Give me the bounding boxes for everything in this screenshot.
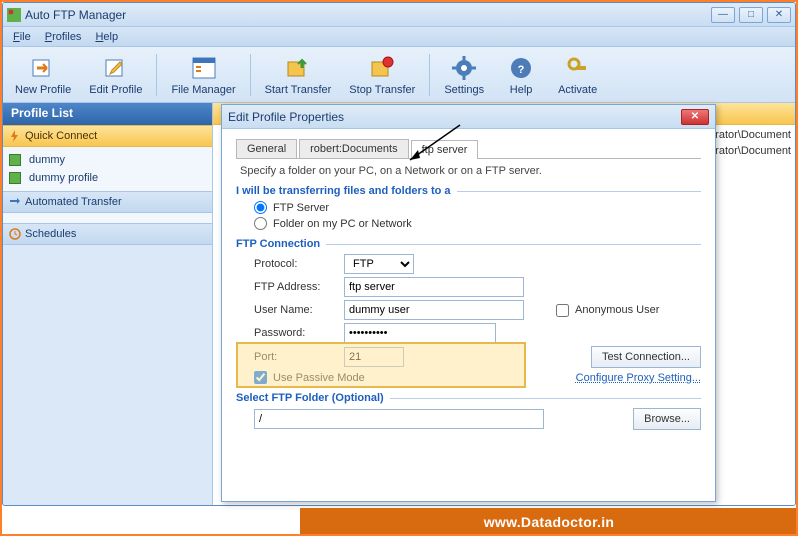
settings-button[interactable]: Settings — [438, 52, 490, 98]
password-input[interactable] — [344, 323, 496, 343]
help-button[interactable]: ?Help — [496, 52, 546, 98]
browse-button[interactable]: Browse... — [633, 408, 701, 430]
app-icon — [7, 8, 21, 22]
footer-banner: www.Datadoctor.in — [300, 508, 798, 536]
transfer-icon — [9, 196, 21, 208]
tab-robert-documents[interactable]: robert:Documents — [299, 139, 408, 158]
configure-proxy-link[interactable]: Configure Proxy Setting... — [576, 372, 701, 384]
dialog-title: Edit Profile Properties — [228, 110, 681, 124]
activate-button[interactable]: Activate — [552, 52, 603, 98]
schedules-group[interactable]: Schedules — [3, 223, 212, 245]
menu-bar: File Profiles Help — [3, 27, 795, 47]
close-button[interactable]: ✕ — [767, 7, 791, 23]
radio-ftp-server[interactable] — [254, 201, 267, 214]
svg-text:?: ? — [518, 64, 525, 76]
title-bar: Auto FTP Manager — □ ✕ — [3, 3, 795, 27]
test-connection-button[interactable]: Test Connection... — [591, 346, 701, 368]
passive-mode-checkbox[interactable] — [254, 371, 267, 384]
radio-folder-pc[interactable] — [254, 217, 267, 230]
dialog-tabs: General robert:Documents ftp server — [236, 139, 701, 159]
ftp-folder-input[interactable] — [254, 409, 544, 429]
tab-general[interactable]: General — [236, 139, 297, 158]
port-label: Port: — [254, 351, 338, 363]
tab-ftp-server[interactable]: ftp server — [411, 140, 479, 159]
section-select-folder: Select FTP Folder (Optional) — [236, 392, 701, 404]
window-title: Auto FTP Manager — [25, 8, 711, 22]
menu-profiles[interactable]: Profiles — [45, 31, 82, 43]
new-profile-button[interactable]: New Profile — [9, 52, 77, 98]
maximize-button[interactable]: □ — [739, 7, 763, 23]
password-label: Password: — [254, 327, 338, 339]
sidebar-header: Profile List — [3, 103, 212, 125]
username-label: User Name: — [254, 304, 338, 316]
protocol-select[interactable]: FTP — [344, 254, 414, 274]
automated-transfer-group[interactable]: Automated Transfer — [3, 191, 212, 213]
toolbar: New Profile Edit Profile File Manager St… — [3, 47, 795, 103]
quick-connect-group[interactable]: Quick Connect — [3, 125, 212, 147]
ftp-address-input[interactable] — [344, 277, 524, 297]
edit-profile-dialog: Edit Profile Properties ✕ General robert… — [221, 104, 716, 502]
anonymous-checkbox[interactable] — [556, 304, 569, 317]
dialog-title-bar: Edit Profile Properties ✕ — [222, 105, 715, 129]
lightning-icon — [9, 130, 21, 142]
section-transfer-to: I will be transferring files and folders… — [236, 185, 701, 197]
clock-icon — [9, 228, 21, 240]
port-input[interactable] — [344, 347, 404, 367]
menu-help[interactable]: Help — [95, 31, 118, 43]
sidebar: Profile List Quick Connect dummy dummy p… — [3, 103, 213, 505]
username-input[interactable] — [344, 300, 524, 320]
section-ftp-connection: FTP Connection — [236, 238, 701, 250]
protocol-label: Protocol: — [254, 258, 338, 270]
minimize-button[interactable]: — — [711, 7, 735, 23]
profile-item[interactable]: dummy profile — [3, 169, 212, 187]
start-transfer-button[interactable]: Start Transfer — [259, 52, 338, 98]
stop-transfer-button[interactable]: Stop Transfer — [343, 52, 421, 98]
file-manager-button[interactable]: File Manager — [165, 52, 241, 98]
ftp-address-label: FTP Address: — [254, 281, 338, 293]
edit-profile-button[interactable]: Edit Profile — [83, 52, 148, 98]
dialog-description: Specify a folder on your PC, on a Networ… — [240, 165, 701, 177]
profile-item[interactable]: dummy — [3, 151, 212, 169]
dialog-close-button[interactable]: ✕ — [681, 109, 709, 125]
menu-file[interactable]: File — [13, 31, 31, 43]
